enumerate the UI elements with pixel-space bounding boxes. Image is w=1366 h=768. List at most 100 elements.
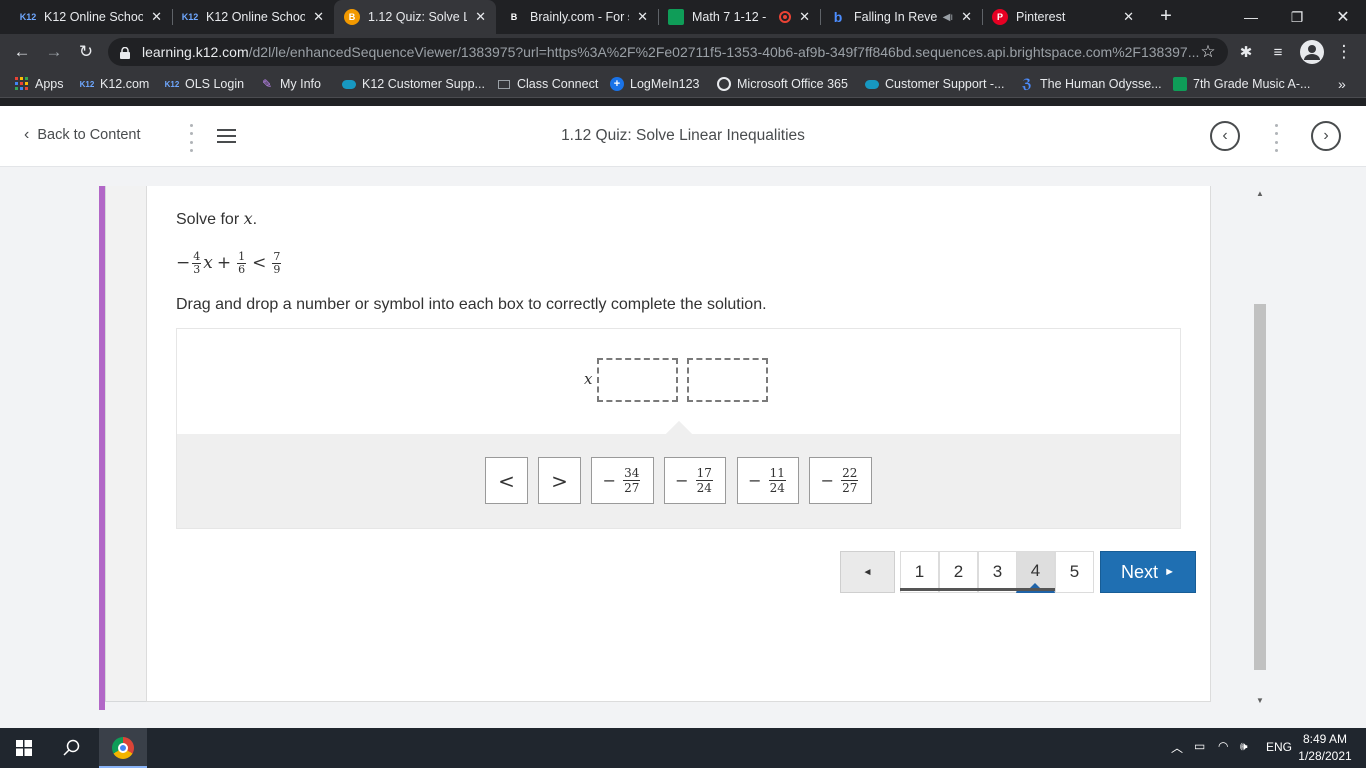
browser-toolbar: ← → ↻ learning.k12.com/d2l/le/enhancedSe… [0,34,1366,70]
chevron-right-icon: › [1323,127,1329,144]
divider-dots [1274,124,1278,152]
choice-fraction: 11 24 [768,466,786,495]
bookmark-label: Microsoft Office 365 [737,77,848,91]
choice-neg-11-24[interactable]: − 11 24 [737,457,799,504]
show-hidden-icons-chevron-icon[interactable]: ︿ [1171,739,1183,756]
page-button-5[interactable]: 5 [1055,551,1094,593]
bookmark-my-info[interactable]: ✎ My Info [260,70,321,98]
bookmark-label: 7th Grade Music A-... [1193,77,1311,91]
reload-icon[interactable]: ↻ [74,40,98,64]
next-topic-button[interactable]: › [1311,121,1341,151]
plus-icon: + [610,77,624,91]
choice-fraction: 22 27 [841,466,859,495]
bookmark-human-odyssey[interactable]: ℨ The Human Odysse... [1020,70,1162,98]
choice-neg-17-24[interactable]: − 17 24 [664,457,726,504]
brightspace-favicon-icon: B [344,9,360,25]
chrome-taskbar-button[interactable] [99,728,147,768]
new-tab-button[interactable]: + [1155,5,1177,27]
choice-neg-22-27[interactable]: − 22 27 [809,457,872,504]
start-button[interactable] [0,728,48,768]
minimize-button[interactable]: — [1228,0,1274,34]
extensions-puzzle-icon[interactable]: ✱ [1234,40,1258,64]
restore-button[interactable]: ❐ [1274,0,1320,34]
bookmark-7th-grade-music[interactable]: 7th Grade Music A-... [1173,70,1310,98]
scroll-up-arrow-icon[interactable]: ▲ [1252,187,1268,201]
clock-date: 1/28/2021 [1298,749,1352,763]
wifi-icon[interactable]: ◠ [1218,739,1228,753]
tab-k12-online-school-1[interactable]: K12 K12 Online School ✕ [10,0,172,34]
close-tab-icon[interactable]: ✕ [799,9,810,25]
page-button-3[interactable]: 3 [978,551,1017,593]
page-number: 3 [992,562,1003,581]
choice-less-than[interactable]: < [485,457,528,504]
lock-icon [120,46,130,59]
close-tab-icon[interactable]: ✕ [151,9,162,25]
system-clock[interactable]: 8:49 AM 1/28/2021 [1294,731,1356,765]
bookmarks-overflow-button[interactable]: » [1338,70,1346,98]
tab-title: 1.12 Quiz: Solve Li [368,10,468,24]
back-arrow-icon[interactable]: ← [10,40,34,64]
close-tab-icon[interactable]: ✕ [313,9,324,25]
scrollbar-thumb[interactable] [1254,304,1266,670]
bookmark-customer-support[interactable]: Customer Support -... [865,70,1005,98]
page-number: 4 [1030,561,1041,580]
current-page-caret-icon [1030,583,1040,588]
address-bar[interactable]: learning.k12.com/d2l/le/enhancedSequence… [108,38,1228,66]
bookmark-k12[interactable]: K12 K12.com [79,70,150,98]
forward-arrow-icon[interactable]: → [42,40,66,64]
close-tab-icon[interactable]: ✕ [475,9,486,25]
bookmark-microsoft-office[interactable]: Microsoft Office 365 [717,70,848,98]
fraction-numerator: 1 [237,249,247,264]
k12-icon: K12 [79,79,95,89]
k12-favicon-icon: K12 [181,12,199,22]
apps-grid-icon [15,77,29,91]
profile-avatar[interactable] [1300,40,1324,64]
choice-neg-34-27[interactable]: − 34 27 [591,457,654,504]
drop-target-relation[interactable] [597,358,678,402]
media-control-icon[interactable]: ≡ [1266,40,1290,64]
inequality-equation: − 43 x + 16 < 79 [176,248,283,278]
tab-quiz-active[interactable]: B 1.12 Quiz: Solve Li ✕ [334,0,496,34]
previous-question-button[interactable]: ◄ [840,551,895,593]
info-icon: ✎ [261,77,273,91]
bookmark-k12-customer-support[interactable]: K12 Customer Supp... [342,70,485,98]
tab-pinterest[interactable]: P Pinterest ✕ [982,0,1144,34]
tab-math-7[interactable]: Math 7 1-12 - ✕ [658,0,820,34]
battery-icon[interactable]: ▭ [1194,739,1205,753]
url-host: learning.k12.com [142,44,249,60]
language-indicator[interactable]: ENG [1266,740,1292,754]
bookmark-label: OLS Login [185,77,245,91]
choice-minus-sign: − [748,471,762,490]
fraction-numerator: 22 [841,466,859,481]
page-button-2[interactable]: 2 [939,551,978,593]
tab-title: Math 7 1-12 - [692,10,767,24]
drop-target-value[interactable] [687,358,768,402]
close-tab-icon[interactable]: ✕ [961,9,972,25]
more-menu-icon[interactable]: ⋮ [1332,40,1356,64]
bookmark-star-icon[interactable]: ☆ [1196,40,1220,64]
previous-topic-button[interactable]: ‹ [1210,121,1240,151]
close-tab-icon[interactable]: ✕ [637,9,648,25]
tab-title: Falling In Reve [854,10,938,24]
next-label: Next [1121,561,1159,582]
choice-greater-than[interactable]: > [538,457,581,504]
page-divider [0,98,1366,106]
tab-brainly[interactable]: B Brainly.com - For s ✕ [496,0,658,34]
close-window-button[interactable]: ✕ [1320,0,1366,34]
next-question-button[interactable]: Next ► [1100,551,1196,593]
bookmark-logmein123[interactable]: + LogMeIn123 [610,70,700,98]
scroll-down-arrow-icon[interactable]: ▼ [1252,694,1268,708]
volume-icon[interactable]: 🕪 [1240,739,1248,754]
tab-title: K12 Online School [206,10,306,24]
bookmark-ols-login[interactable]: K12 OLS Login [165,70,244,98]
tab-falling-in-reverse[interactable]: b Falling In Reve ◀ı ✕ [820,0,982,34]
bookmark-apps[interactable]: Apps [15,70,64,98]
bookmark-class-connect[interactable]: Class Connect [497,70,598,98]
page-button-1[interactable]: 1 [900,551,939,593]
choice-minus-sign: − [820,471,835,490]
audio-playing-icon[interactable]: ◀ı [943,12,953,23]
search-button[interactable] [48,728,96,768]
close-tab-icon[interactable]: ✕ [1123,9,1134,25]
fraction-numerator: 11 [768,466,786,481]
tab-k12-online-school-2[interactable]: K12 K12 Online School ✕ [172,0,334,34]
